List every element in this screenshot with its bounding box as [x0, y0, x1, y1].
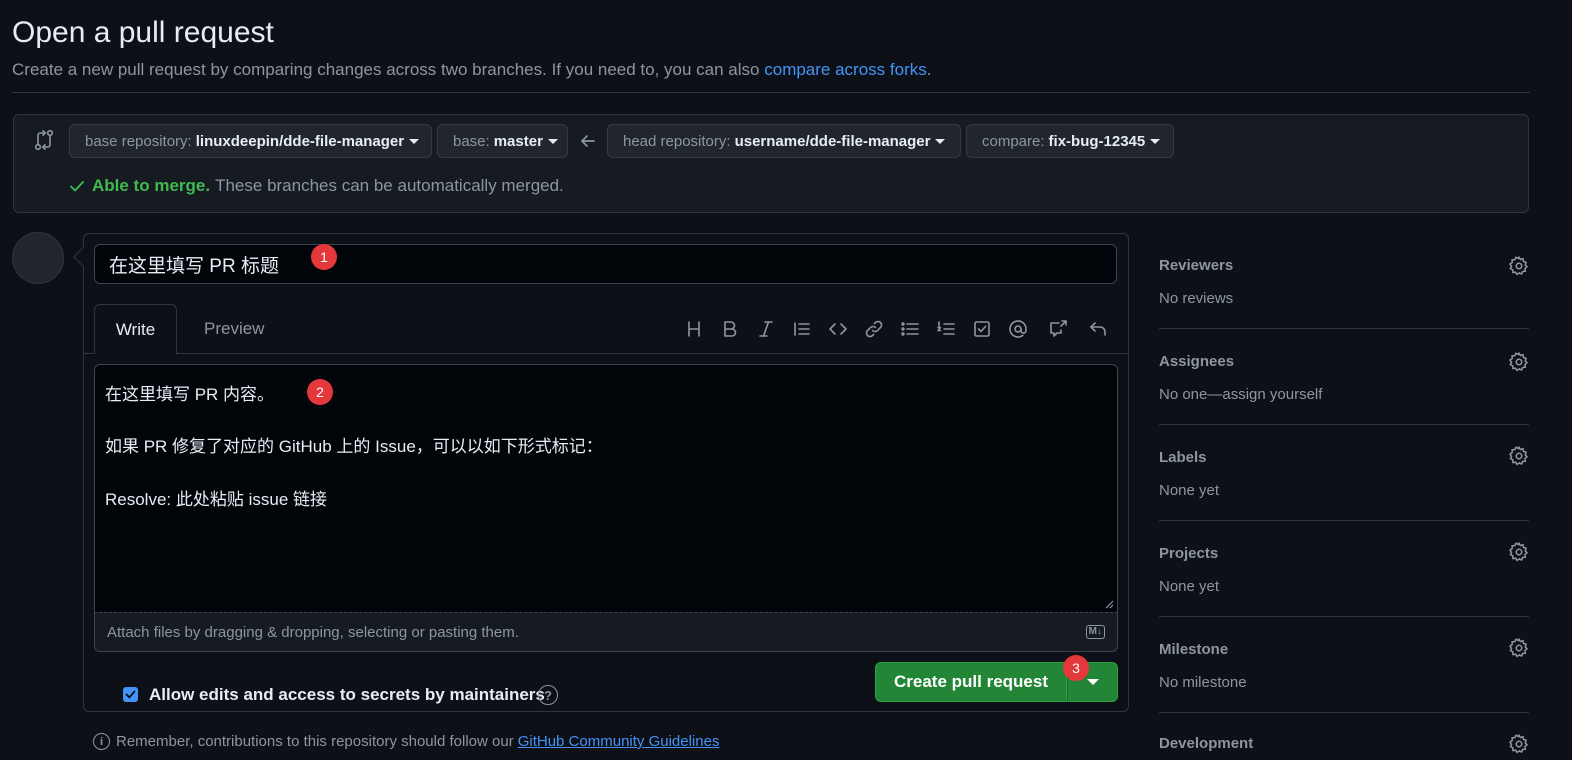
attach-files-text: Attach files by dragging & dropping, sel…	[107, 623, 519, 641]
gear-icon[interactable]	[1508, 351, 1530, 373]
base-branch-label: base:	[453, 132, 490, 150]
sidebar-value-projects: None yet	[1159, 578, 1220, 595]
community-guidelines-note: i Remember, contributions to this reposi…	[93, 733, 719, 750]
check-icon	[125, 690, 136, 699]
annotation-badge: 2	[307, 379, 333, 405]
sidebar-value-assignees[interactable]: No one—assign yourself	[1159, 386, 1322, 403]
italic-icon[interactable]	[753, 316, 779, 342]
community-guidelines-link[interactable]: GitHub Community Guidelines	[518, 733, 720, 750]
sidebar-divider	[1159, 328, 1529, 329]
sidebar-title-assignees[interactable]: Assignees	[1159, 353, 1234, 370]
compare-branch-value: fix-bug-12345	[1048, 132, 1146, 150]
page-title: Open a pull request	[12, 16, 274, 49]
markdown-icon: M↓	[1085, 625, 1105, 639]
base-repository-select[interactable]: base repository: linuxdeepin/dde-file-ma…	[69, 124, 432, 158]
gear-icon[interactable]	[1508, 255, 1530, 277]
base-repository-value: linuxdeepin/dde-file-manager	[195, 132, 405, 150]
subtitle-text: Create a new pull request by comparing c…	[12, 60, 760, 79]
subtitle-end: .	[926, 60, 932, 79]
check-icon	[70, 181, 84, 192]
sidebar-divider	[1159, 424, 1529, 425]
unordered-list-icon[interactable]	[897, 316, 923, 342]
mention-icon[interactable]	[1005, 316, 1031, 342]
tab-preview[interactable]: Preview	[190, 304, 278, 354]
merge-status: Able to merge. These branches can be aut…	[68, 176, 564, 196]
pr-body-line: 如果 PR 修复了对应的 GitHub 上的 Issue，可以以如下形式标记：	[105, 437, 603, 456]
base-branch-select[interactable]: base: master	[437, 124, 568, 158]
gear-icon[interactable]	[1508, 733, 1530, 755]
chevron-down-icon	[1086, 679, 1099, 685]
compare-arrows-icon	[33, 129, 55, 151]
base-repository-label: base repository:	[85, 132, 192, 150]
resize-handle-icon[interactable]	[1104, 599, 1114, 609]
heading-icon[interactable]	[681, 316, 707, 342]
arrow-left-icon	[579, 132, 597, 150]
pr-body-line: Resolve: 此处粘贴 issue 链接	[105, 490, 327, 509]
attach-files-area[interactable]: Attach files by dragging & dropping, sel…	[94, 612, 1118, 652]
merge-status-ok: Able to merge.	[92, 176, 211, 195]
chevron-down-icon	[547, 138, 558, 144]
chevron-down-icon	[409, 138, 420, 144]
ordered-list-icon[interactable]	[933, 316, 959, 342]
allow-edits-label: Allow edits and access to secrets by mai…	[149, 685, 545, 704]
page-subtitle: Create a new pull request by comparing c…	[12, 60, 931, 80]
sidebar-value-milestone: No milestone	[1159, 674, 1247, 691]
sidebar-value-labels: None yet	[1159, 482, 1220, 499]
pr-title-input[interactable]	[94, 244, 1117, 284]
gear-icon[interactable]	[1508, 541, 1530, 563]
avatar	[12, 232, 64, 284]
question-icon[interactable]: ?	[538, 685, 558, 705]
sidebar-title-milestone[interactable]: Milestone	[1159, 641, 1228, 658]
header-divider	[12, 92, 1530, 93]
compare-branch-select[interactable]: compare: fix-bug-12345	[966, 124, 1174, 158]
sidebar-title-development[interactable]: Development	[1159, 735, 1253, 752]
allow-edits-checkbox[interactable]	[123, 687, 138, 702]
code-icon[interactable]	[825, 316, 851, 342]
pr-body-line: 在这里填写 PR 内容。	[105, 385, 275, 404]
footnote-text: Remember, contributions to this reposito…	[116, 733, 514, 750]
task-list-icon[interactable]	[969, 316, 995, 342]
sidebar-title-labels[interactable]: Labels	[1159, 449, 1207, 466]
head-repository-value: username/dde-file-manager	[734, 132, 931, 150]
compare-branch-label: compare:	[982, 132, 1045, 150]
reference-icon[interactable]	[1045, 316, 1071, 342]
sidebar-divider	[1159, 712, 1529, 713]
compare-across-forks-link[interactable]: compare across forks	[764, 60, 927, 79]
info-icon: i	[93, 733, 110, 750]
annotation-badge: 3	[1063, 655, 1089, 681]
sidebar-divider	[1159, 520, 1529, 521]
quote-icon[interactable]	[789, 316, 815, 342]
head-repository-label: head repository:	[623, 132, 731, 150]
tab-write[interactable]: Write	[94, 304, 177, 354]
head-repository-select[interactable]: head repository: username/dde-file-manag…	[607, 124, 961, 158]
link-icon[interactable]	[861, 316, 887, 342]
chevron-down-icon	[935, 138, 946, 144]
base-branch-value: master	[493, 132, 543, 150]
bold-icon[interactable]	[717, 316, 743, 342]
create-pull-request-button[interactable]: Create pull request	[875, 662, 1067, 702]
undo-icon[interactable]	[1085, 316, 1111, 342]
sidebar-title-projects[interactable]: Projects	[1159, 545, 1218, 562]
gear-icon[interactable]	[1508, 445, 1530, 467]
merge-status-message: These branches can be automatically merg…	[215, 176, 564, 195]
annotation-badge: 1	[311, 244, 337, 270]
sidebar-value-reviewers: No reviews	[1159, 290, 1234, 307]
sidebar-title-reviewers[interactable]: Reviewers	[1159, 257, 1233, 274]
gear-icon[interactable]	[1508, 637, 1530, 659]
sidebar-divider	[1159, 616, 1529, 617]
chevron-down-icon	[1150, 138, 1161, 144]
